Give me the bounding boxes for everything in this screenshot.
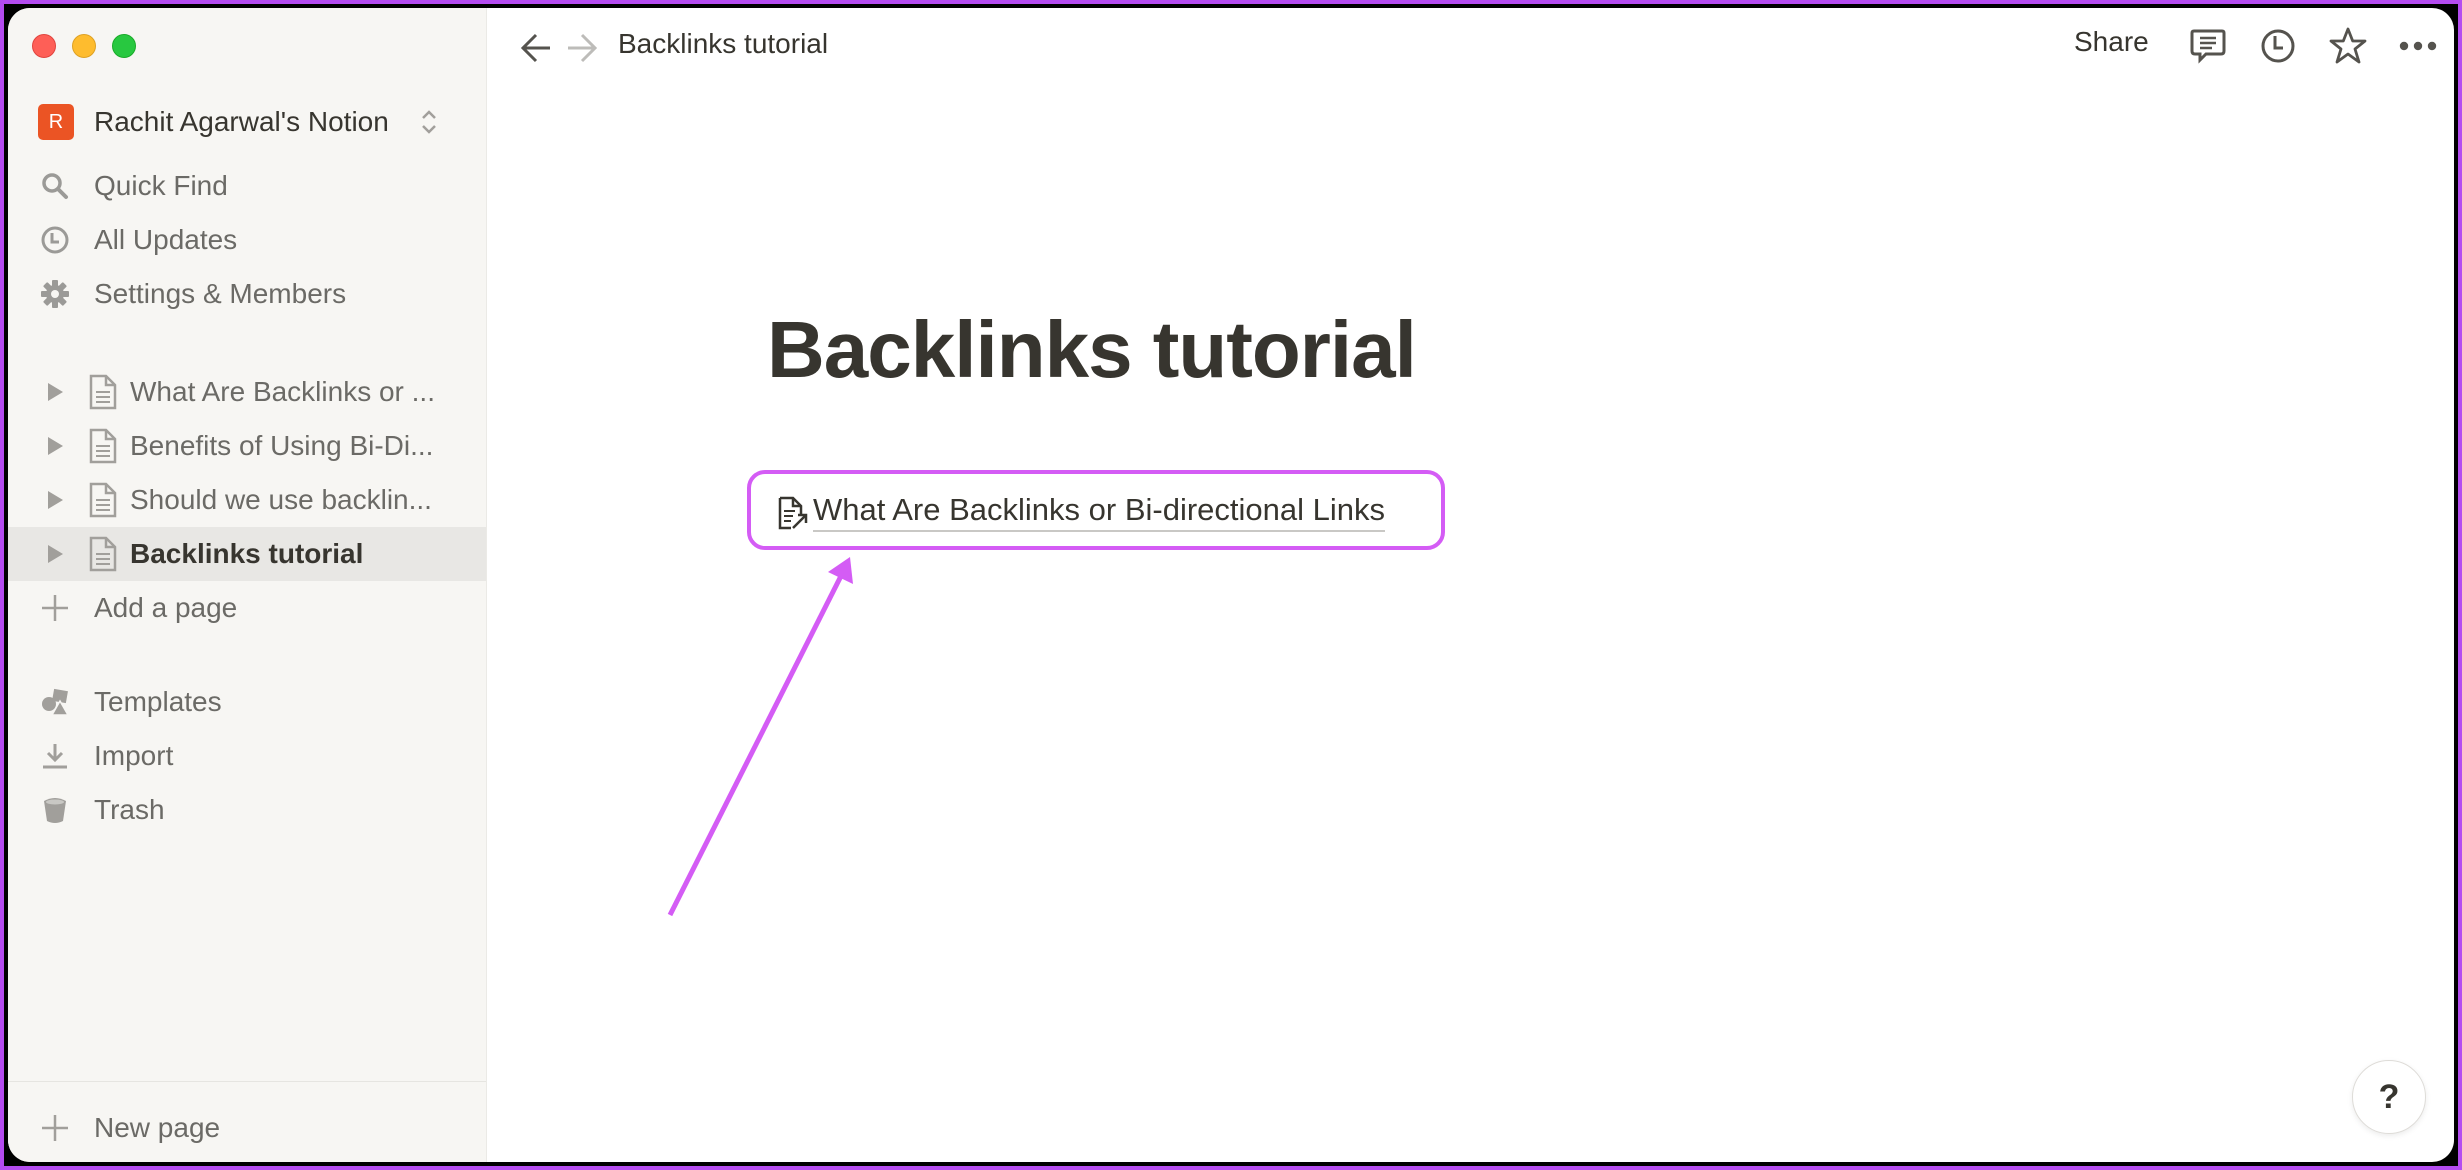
chevron-up-down-icon [422,110,436,134]
page-link-icon [778,496,808,530]
workspace-name: Rachit Agarwal's Notion [94,106,389,137]
link-to-page[interactable]: What Are Backlinks or Bi-directional Lin… [813,490,1386,532]
page-icon [89,536,117,572]
gear-icon [41,280,69,308]
sidebar-page-label: What Are Backlinks or ... [130,376,435,407]
add-page-label: Add a page [94,592,238,623]
sidebar-page-label: Backlinks tutorial [130,538,364,569]
sidebar-item-settings[interactable]: Settings & Members [8,269,486,319]
sidebar-page-what-are-backlinks[interactable]: What Are Backlinks or ... [8,365,486,419]
sidebar-page-benefits[interactable]: Benefits of Using Bi-Di... [8,419,486,473]
workspace-switcher[interactable]: R Rachit Agarwal's Notion [8,100,486,144]
notion-window: R Rachit Agarwal's Notion Quick Find All… [8,8,2454,1162]
expand-toggle-icon[interactable] [48,491,63,509]
add-page-button[interactable]: Add a page [8,583,486,633]
import-icon [43,744,67,769]
expand-toggle-icon[interactable] [48,545,63,563]
highlight-annotation-box: What Are Backlinks or Bi-directional Lin… [747,470,1445,550]
clock-icon [2261,29,2295,63]
star-icon [2329,27,2367,64]
page-icon [89,428,117,464]
help-button[interactable]: ? [2352,1060,2426,1134]
forward-arrow-icon[interactable] [562,30,602,66]
templates-icon [42,688,70,716]
sidebar-item-label: Templates [94,686,222,717]
comment-icon [2190,29,2226,64]
share-button[interactable]: Share [2074,26,2149,58]
sidebar-item-label: Quick Find [94,170,228,201]
search-icon [42,173,68,199]
clock-icon [41,226,69,254]
sidebar-item-trash[interactable]: Trash [8,785,486,835]
comments-button[interactable] [2186,24,2230,68]
sidebar-page-should-we-use[interactable]: Should we use backlin... [8,473,486,527]
more-horizontal-icon [2399,41,2437,51]
zoom-window-button[interactable] [112,34,136,58]
sidebar-item-import[interactable]: Import [8,731,486,781]
new-page-label: New page [94,1112,221,1143]
page-title[interactable]: Backlinks tutorial [767,304,1417,396]
page-icon [89,374,117,410]
sidebar: R Rachit Agarwal's Notion Quick Find All… [8,8,487,1162]
minimize-window-button[interactable] [72,34,96,58]
sidebar-item-label: Import [94,740,174,771]
sidebar-divider [8,1081,486,1082]
trash-icon [44,798,66,823]
more-options-button[interactable] [2396,24,2440,68]
sidebar-page-label: Should we use backlin... [130,484,432,515]
expand-toggle-icon[interactable] [48,437,63,455]
back-arrow-icon[interactable] [516,30,556,66]
plus-icon [42,595,68,621]
sidebar-item-label: Trash [94,794,165,825]
plus-icon [42,1115,68,1141]
sidebar-page-backlinks-tutorial[interactable]: Backlinks tutorial [8,527,486,581]
new-page-button[interactable]: New page [8,1103,486,1153]
sidebar-item-quick-find[interactable]: Quick Find [8,161,486,211]
expand-toggle-icon[interactable] [48,383,63,401]
sidebar-page-label: Benefits of Using Bi-Di... [130,430,434,461]
arrow-head [828,557,853,584]
page-icon [89,482,117,518]
workspace-avatar: R [38,104,74,140]
favorite-button[interactable] [2326,24,2370,68]
screenshot-frame: R Rachit Agarwal's Notion Quick Find All… [0,0,2462,1170]
sidebar-item-label: Settings & Members [94,278,347,309]
breadcrumb[interactable]: Backlinks tutorial [618,28,828,60]
sidebar-item-label: All Updates [94,224,238,255]
arrow-shaft [667,572,845,917]
updates-button[interactable] [2256,24,2300,68]
sidebar-item-templates[interactable]: Templates [8,677,486,727]
sidebar-item-all-updates[interactable]: All Updates [8,215,486,265]
close-window-button[interactable] [32,34,56,58]
